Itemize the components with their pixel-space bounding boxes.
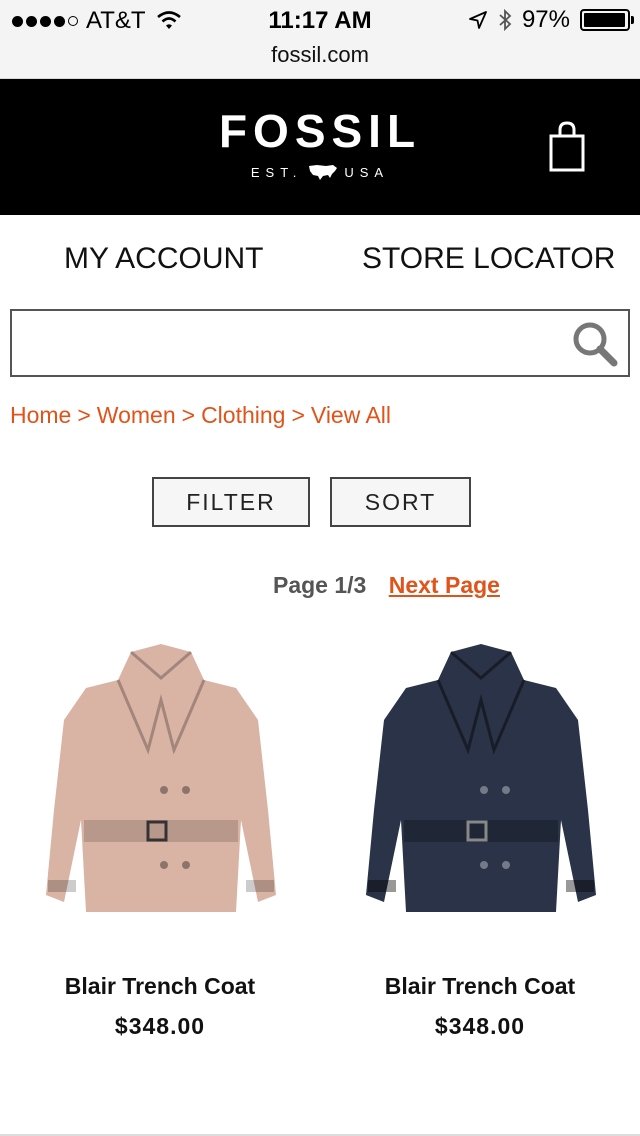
breadcrumb-separator: > <box>181 402 196 428</box>
product-price: $348.00 <box>434 1013 526 1039</box>
fossil-logo[interactable]: FOSSIL EST. USA <box>0 107 640 181</box>
product-name[interactable]: Blair Trench Coat <box>0 973 320 1000</box>
pagination: Page 1/3 Next Page <box>273 572 500 599</box>
breadcrumb-home[interactable]: Home <box>10 402 71 428</box>
account-navigation: MY ACCOUNT STORE LOCATOR <box>0 242 640 286</box>
my-account-link[interactable]: MY ACCOUNT <box>64 242 263 276</box>
breadcrumb-women[interactable]: Women <box>97 402 176 428</box>
usa-map-icon <box>309 165 338 180</box>
battery-icon <box>580 9 634 31</box>
location-arrow-icon <box>469 11 487 29</box>
bluetooth-icon <box>499 8 512 32</box>
product-card[interactable]: Blair Trench Coat $348.00 <box>320 640 640 1060</box>
search-box <box>10 309 630 377</box>
breadcrumb-view-all[interactable]: View All <box>311 402 391 428</box>
page-indicator: Page 1/3 <box>273 572 367 598</box>
search-input[interactable] <box>20 319 564 369</box>
breadcrumb-separator: > <box>291 402 305 428</box>
status-bar: AT&T 11:17 AM 97% <box>0 0 640 40</box>
address-bar[interactable]: fossil.com <box>0 40 640 79</box>
status-right: 97% <box>468 6 634 34</box>
product-image[interactable] <box>36 640 286 940</box>
product-image[interactable] <box>356 640 606 940</box>
logo-tagline: EST. USA <box>0 163 640 181</box>
product-price: $348.00 <box>114 1013 206 1039</box>
battery-fill <box>584 13 625 27</box>
breadcrumb-clothing[interactable]: Clothing <box>201 402 285 428</box>
battery-percentage: 97% <box>521 6 570 33</box>
logo-wordmark: FOSSIL <box>218 105 422 157</box>
breadcrumb-separator: > <box>77 402 91 428</box>
search-icon[interactable] <box>570 319 620 369</box>
sort-button[interactable]: SORT <box>330 477 471 527</box>
next-page-link[interactable]: Next Page <box>389 572 500 598</box>
url-text: fossil.com <box>271 42 369 67</box>
shopping-bag-icon[interactable] <box>548 121 586 173</box>
logo-tagline-est: EST. <box>250 164 303 180</box>
filter-button[interactable]: FILTER <box>152 477 310 527</box>
store-locator-link[interactable]: STORE LOCATOR <box>362 242 615 276</box>
site-header: FOSSIL EST. USA <box>0 79 640 215</box>
breadcrumb: Home > Women > Clothing > View All <box>10 402 391 429</box>
product-name[interactable]: Blair Trench Coat <box>320 973 640 1000</box>
product-card[interactable]: Blair Trench Coat $348.00 <box>0 640 320 1060</box>
logo-tagline-usa: USA <box>344 164 390 180</box>
